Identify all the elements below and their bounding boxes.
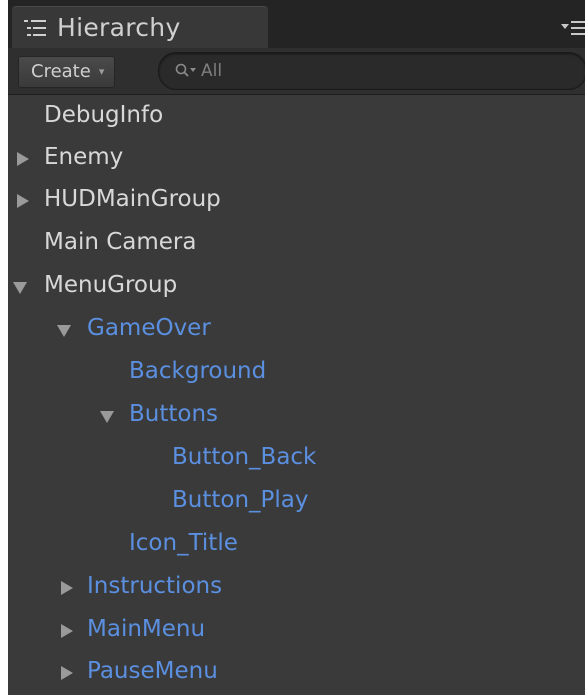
- tab-title: Hierarchy: [57, 13, 181, 42]
- search-icon: [175, 63, 196, 77]
- tab-bar: Hierarchy: [8, 0, 585, 49]
- tree-item-label: Icon_Title: [129, 530, 238, 556]
- tree-item-label: Enemy: [44, 144, 124, 170]
- tree-item-label: MainMenu: [87, 616, 206, 642]
- tree-item-label: DebugInfo: [44, 102, 164, 128]
- expand-arrow-icon[interactable]: [58, 580, 74, 596]
- tree-item-background[interactable]: Background: [8, 352, 585, 394]
- tree-item-main-camera[interactable]: Main Camera: [8, 223, 585, 265]
- tree-item-pausemenu[interactable]: PauseMenu: [8, 652, 585, 694]
- tree-item-label: Buttons: [129, 401, 219, 427]
- search-input[interactable]: [197, 61, 565, 81]
- create-label: Create: [31, 61, 91, 82]
- tree-item-hudmaingroup[interactable]: HUDMainGroup: [8, 180, 585, 222]
- hierarchy-panel: Hierarchy Create ▾ DebugInfo: [8, 0, 585, 695]
- tree-item-label: Button_Play: [172, 487, 309, 513]
- expand-arrow-icon[interactable]: [14, 193, 30, 209]
- tree-item-gameover[interactable]: GameOver: [8, 309, 585, 351]
- collapse-arrow-icon[interactable]: [56, 322, 72, 338]
- expand-arrow-icon[interactable]: [58, 665, 74, 681]
- collapse-arrow-icon[interactable]: [12, 279, 28, 295]
- tree-item-buttons[interactable]: Buttons: [8, 395, 585, 437]
- tree-item-label: Main Camera: [44, 229, 197, 255]
- tree-item-label: Instructions: [87, 573, 223, 599]
- tree-item-icon-title[interactable]: Icon_Title: [8, 524, 585, 566]
- tree-item-label: MenuGroup: [44, 272, 178, 298]
- create-dropdown-button[interactable]: Create ▾: [18, 56, 116, 88]
- panel-menu-icon[interactable]: [561, 18, 585, 38]
- tree-item-enemy[interactable]: Enemy: [8, 138, 585, 180]
- tab-hierarchy[interactable]: Hierarchy: [12, 6, 268, 49]
- tree-item-menugroup[interactable]: MenuGroup: [8, 266, 585, 308]
- list-icon: [24, 20, 46, 36]
- expand-arrow-icon[interactable]: [58, 623, 74, 639]
- tree-item-label: GameOver: [87, 315, 211, 341]
- tree-item-label: Button_Back: [172, 444, 317, 470]
- tree-item-button-play[interactable]: Button_Play: [8, 481, 585, 523]
- collapse-arrow-icon[interactable]: [99, 408, 115, 424]
- tree-item-label: PauseMenu: [87, 658, 218, 684]
- hierarchy-toolbar: Create ▾: [8, 48, 585, 95]
- tree-item-debuginfo[interactable]: DebugInfo: [8, 96, 585, 138]
- expand-arrow-icon[interactable]: [14, 151, 30, 167]
- tree-item-mainmenu[interactable]: MainMenu: [8, 610, 585, 652]
- tree-item-label: Background: [129, 358, 267, 384]
- tree-item-instructions[interactable]: Instructions: [8, 567, 585, 609]
- chevron-down-icon: ▾: [98, 65, 105, 78]
- tree-item-button-back[interactable]: Button_Back: [8, 438, 585, 480]
- search-field[interactable]: [158, 52, 585, 90]
- tree-item-label: HUDMainGroup: [44, 186, 221, 212]
